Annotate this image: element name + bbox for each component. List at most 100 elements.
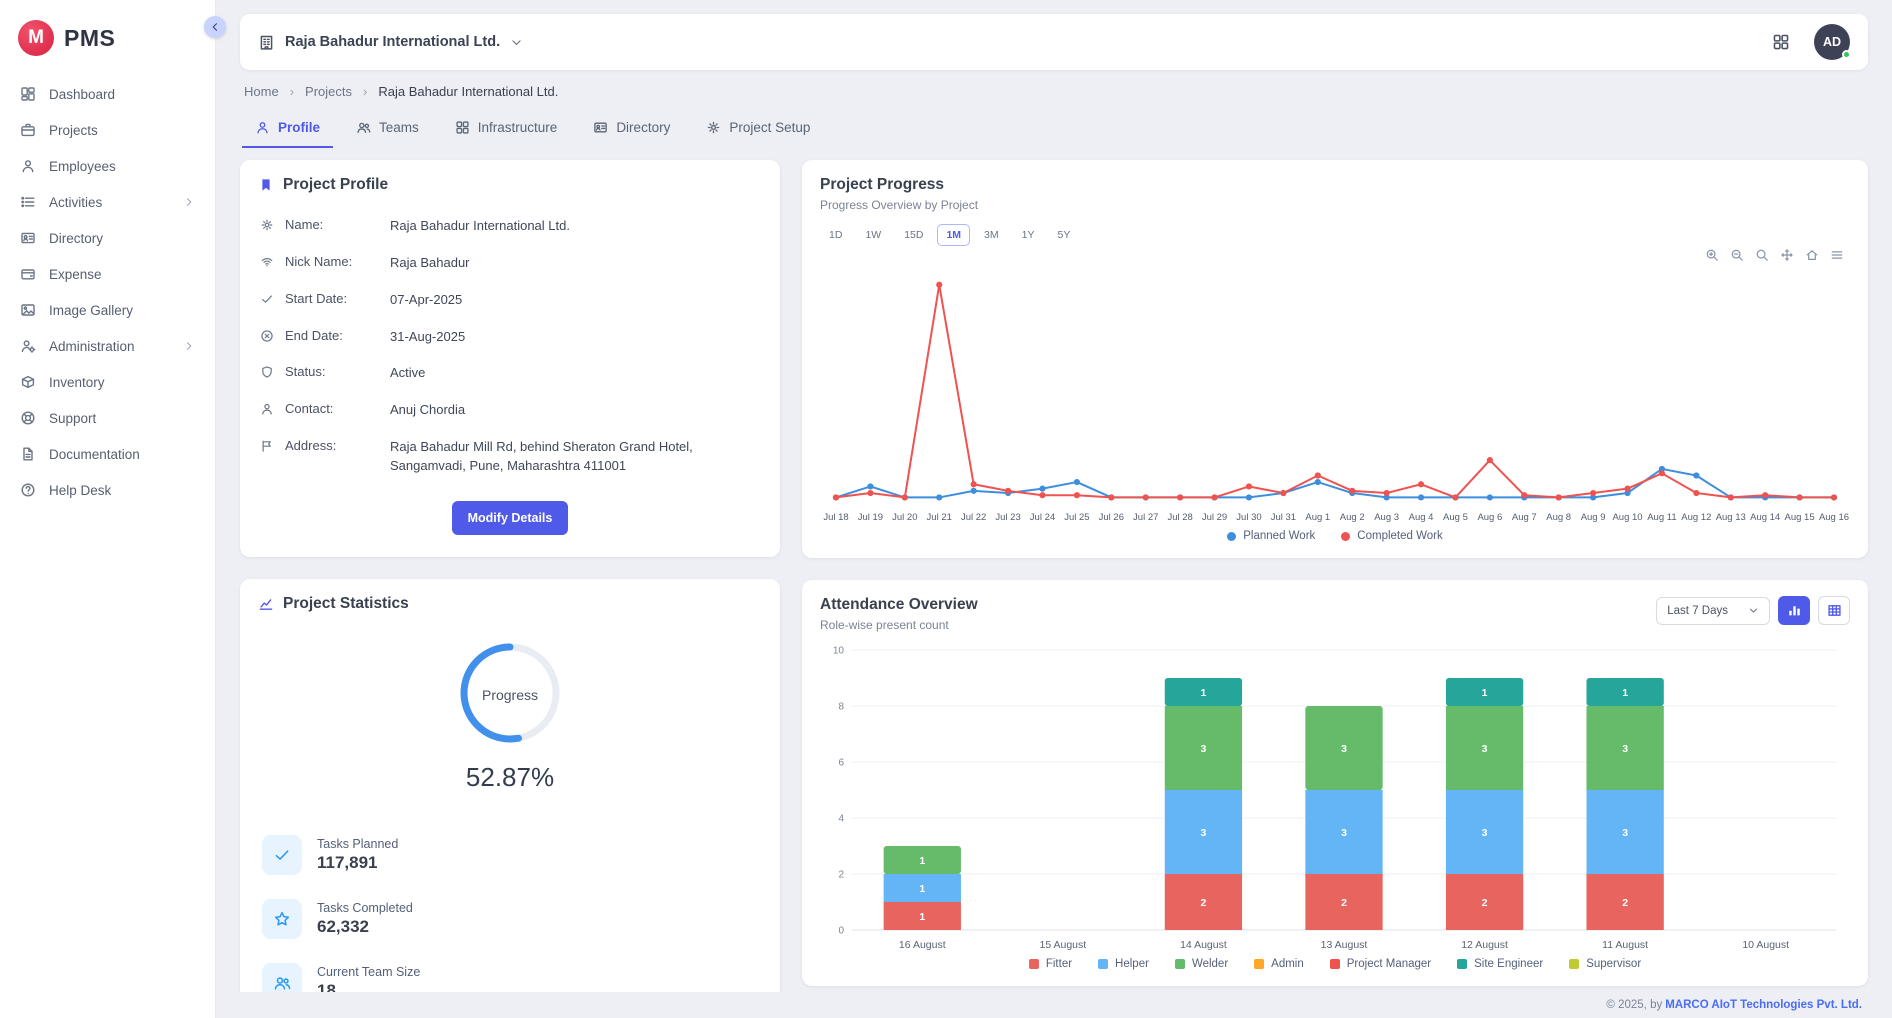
- company-selector[interactable]: Raja Bahadur International Ltd.: [285, 34, 500, 50]
- svg-text:3: 3: [1622, 827, 1628, 839]
- sidebar: M PMS DashboardProjectsEmployeesActiviti…: [0, 0, 216, 1018]
- profile-field-label: Start Date:: [285, 291, 379, 306]
- tab-teams[interactable]: Teams: [343, 109, 432, 148]
- svg-text:3: 3: [1341, 743, 1347, 755]
- zoom-select-icon[interactable]: [1755, 248, 1769, 262]
- legend-item-fitter[interactable]: Fitter: [1029, 958, 1072, 970]
- sidebar-item-activities[interactable]: Activities: [0, 184, 215, 220]
- attendance-chart-legend: Fitter Helper Welder Admin Project Manager Si…: [820, 954, 1850, 970]
- chevron-right-icon: [183, 340, 195, 352]
- progress-gauge: Progress: [452, 635, 568, 756]
- attendance-bar-chart[interactable]: 024681011116 August15 August233114 Augus…: [820, 642, 1850, 954]
- profile-field-label: Address:: [285, 438, 379, 453]
- range-button-15d[interactable]: 15D: [895, 224, 932, 246]
- app-logo[interactable]: M PMS: [0, 12, 215, 76]
- range-button-1m[interactable]: 1M: [937, 224, 970, 246]
- profile-row-start-date: Start Date:07-Apr-2025: [258, 282, 762, 319]
- table-icon: [1827, 603, 1842, 618]
- svg-text:Aug 2: Aug 2: [1340, 512, 1365, 523]
- sidebar-item-projects[interactable]: Projects: [0, 112, 215, 148]
- sidebar-item-administration[interactable]: Administration: [0, 328, 215, 364]
- sidebar-item-expense[interactable]: Expense: [0, 256, 215, 292]
- briefcase-icon: [20, 122, 36, 138]
- range-button-1d[interactable]: 1D: [820, 224, 851, 246]
- legend-swatch: [1098, 959, 1108, 969]
- bar-view-toggle[interactable]: [1778, 596, 1810, 625]
- breadcrumb: Home›Projects›Raja Bahadur International…: [216, 70, 1892, 103]
- tab-label: Project Setup: [729, 120, 810, 135]
- chevron-down-icon[interactable]: [510, 36, 523, 49]
- table-view-toggle[interactable]: [1818, 596, 1850, 625]
- svg-text:Aug 13: Aug 13: [1716, 512, 1746, 523]
- attendance-subtitle: Role-wise present count: [820, 618, 978, 632]
- svg-text:10: 10: [833, 646, 845, 657]
- breadcrumb-item-projects[interactable]: Projects: [305, 84, 352, 99]
- footer: © 2025, by MARCO AIoT Technologies Pvt. …: [216, 992, 1892, 1018]
- project-profile-card: Project Profile Name:Raja Bahadur Intern…: [240, 160, 780, 557]
- legend-item-project-manager[interactable]: Project Manager: [1330, 958, 1431, 970]
- svg-text:2: 2: [1482, 897, 1488, 909]
- profile-field-value: Active: [390, 364, 760, 383]
- modify-details-button[interactable]: Modify Details: [452, 501, 569, 535]
- profile-row-contact: Contact:Anuj Chordia: [258, 392, 762, 429]
- sidebar-item-image-gallery[interactable]: Image Gallery: [0, 292, 215, 328]
- zoom-out-icon[interactable]: [1730, 248, 1744, 262]
- sidebar-item-directory[interactable]: Directory: [0, 220, 215, 256]
- breadcrumb-item-home[interactable]: Home: [244, 84, 279, 99]
- svg-text:3: 3: [1622, 743, 1628, 755]
- tab-label: Directory: [616, 120, 670, 135]
- sidebar-item-help-desk[interactable]: Help Desk: [0, 472, 215, 508]
- range-button-1w[interactable]: 1W: [856, 224, 890, 246]
- wallet-icon: [20, 266, 36, 282]
- legend-item-site-engineer[interactable]: Site Engineer: [1457, 958, 1543, 970]
- sidebar-item-dashboard[interactable]: Dashboard: [0, 76, 215, 112]
- help-icon: [20, 482, 36, 498]
- range-button-5y[interactable]: 5Y: [1048, 224, 1079, 246]
- sidebar-collapse-button[interactable]: [204, 16, 226, 38]
- range-button-3m[interactable]: 3M: [975, 224, 1008, 246]
- reset-axes-icon[interactable]: [1805, 248, 1819, 262]
- svg-text:2: 2: [1341, 897, 1347, 909]
- attendance-overview-card: Attendance Overview Role-wise present co…: [802, 580, 1868, 986]
- svg-text:1: 1: [1482, 687, 1488, 699]
- stat-value: 62,332: [317, 917, 413, 937]
- legend-item-helper[interactable]: Helper: [1098, 958, 1149, 970]
- progress-line-chart[interactable]: Jul 18Jul 19Jul 20Jul 21Jul 22Jul 23Jul …: [820, 262, 1850, 526]
- range-button-1y[interactable]: 1Y: [1013, 224, 1044, 246]
- profile-row-name: Name:Raja Bahadur International Ltd.: [258, 208, 762, 245]
- legend-item-welder[interactable]: Welder: [1175, 958, 1228, 970]
- tab-directory[interactable]: Directory: [580, 109, 683, 148]
- legend-item-admin[interactable]: Admin: [1254, 958, 1304, 970]
- tab-infrastructure[interactable]: Infrastructure: [442, 109, 571, 148]
- sidebar-item-support[interactable]: Support: [0, 400, 215, 436]
- users-icon: [262, 963, 302, 992]
- legend-label: Project Manager: [1347, 958, 1431, 970]
- apps-grid-icon[interactable]: [1772, 33, 1790, 51]
- legend-swatch: [1227, 532, 1236, 541]
- sidebar-item-inventory[interactable]: Inventory: [0, 364, 215, 400]
- svg-text:Jul 31: Jul 31: [1271, 512, 1296, 523]
- user-icon: [260, 402, 274, 416]
- dashboard-icon: [20, 86, 36, 102]
- chart-menu-icon[interactable]: [1830, 248, 1844, 262]
- sidebar-item-documentation[interactable]: Documentation: [0, 436, 215, 472]
- legend-swatch: [1175, 959, 1185, 969]
- svg-text:Aug 16: Aug 16: [1819, 512, 1849, 523]
- attendance-range-select[interactable]: Last 7 Days: [1656, 597, 1770, 625]
- pan-icon[interactable]: [1780, 248, 1794, 262]
- legend-item-supervisor[interactable]: Supervisor: [1569, 958, 1641, 970]
- sidebar-item-employees[interactable]: Employees: [0, 148, 215, 184]
- user-avatar[interactable]: AD: [1814, 24, 1850, 60]
- tab-label: Teams: [379, 120, 419, 135]
- svg-text:Jul 25: Jul 25: [1064, 512, 1089, 523]
- svg-text:2: 2: [1622, 897, 1628, 909]
- zoom-in-icon[interactable]: [1705, 248, 1719, 262]
- svg-text:Aug 14: Aug 14: [1750, 512, 1780, 523]
- tab-project-setup[interactable]: Project Setup: [693, 109, 823, 148]
- stat-label: Tasks Planned: [317, 837, 398, 851]
- tab-profile[interactable]: Profile: [242, 109, 333, 148]
- legend-item-planned-work[interactable]: Planned Work: [1227, 530, 1315, 542]
- svg-text:6: 6: [838, 758, 844, 769]
- legend-item-completed-work[interactable]: Completed Work: [1341, 530, 1442, 542]
- footer-link[interactable]: MARCO AIoT Technologies Pvt. Ltd.: [1665, 999, 1862, 1011]
